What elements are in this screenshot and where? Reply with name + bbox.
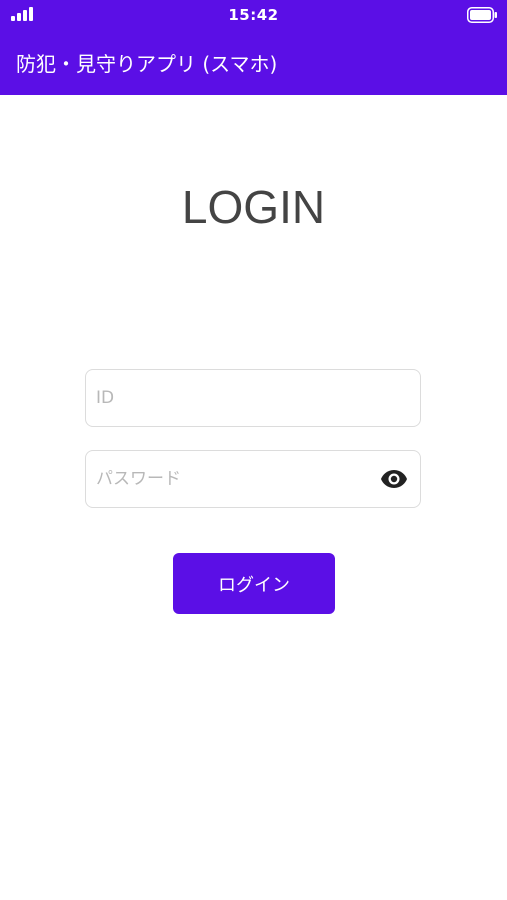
app-bar: 防犯・見守りアプリ (スマホ): [0, 30, 507, 95]
login-button[interactable]: ログイン: [173, 553, 335, 614]
id-input[interactable]: [96, 370, 366, 426]
battery-icon: [467, 7, 497, 23]
login-heading: LOGIN: [181, 181, 326, 233]
eye-icon[interactable]: [380, 469, 408, 489]
id-field[interactable]: [85, 369, 421, 427]
password-input[interactable]: [96, 451, 366, 507]
status-time: 15:42: [228, 6, 279, 24]
password-field[interactable]: [85, 450, 421, 508]
app-title: 防犯・見守りアプリ (スマホ): [16, 52, 278, 76]
login-screen: 15:42 防犯・見守りアプリ (スマホ) LOGIN ログイン: [0, 0, 507, 900]
status-bar: 15:42: [0, 0, 507, 30]
